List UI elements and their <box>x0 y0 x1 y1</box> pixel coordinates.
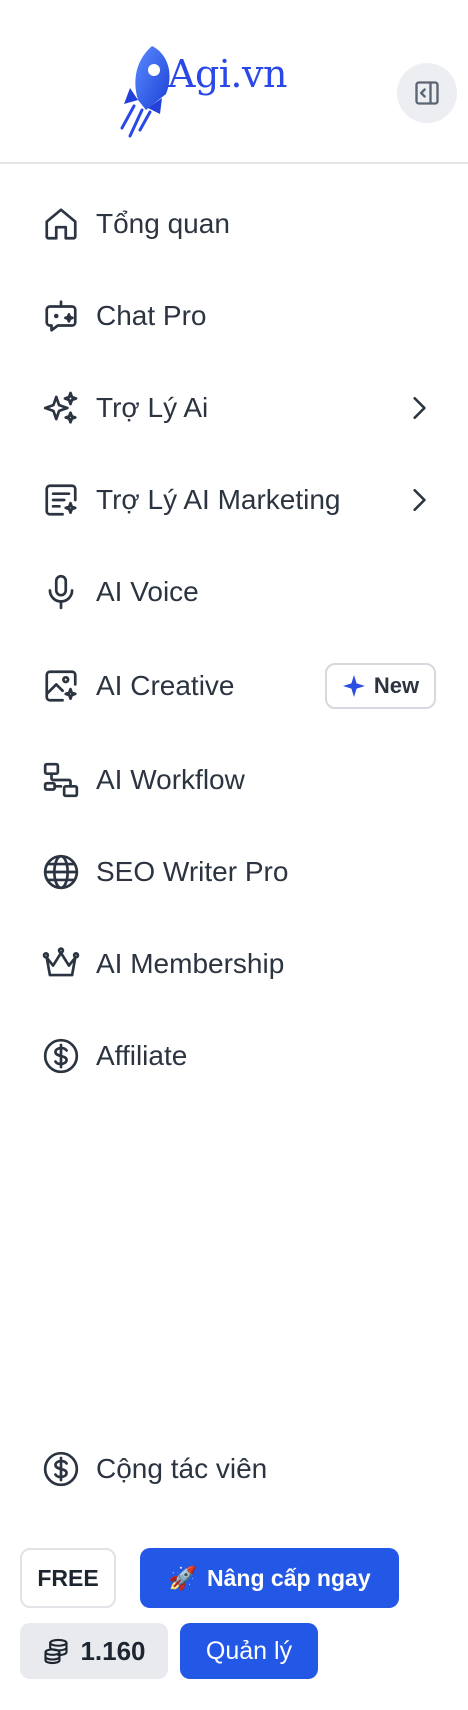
nav-label: Cộng tác viên <box>96 1453 268 1484</box>
credits-value: 1.160 <box>80 1635 146 1666</box>
dollar-circle-icon <box>43 1038 79 1074</box>
plan-label: FREE <box>37 1564 99 1591</box>
badge-label: New <box>373 673 420 698</box>
sidebar-collapse-icon <box>415 81 439 105</box>
new-badge: New <box>325 663 436 709</box>
chevron-right-icon[interactable] <box>406 395 432 421</box>
sidebar-header: Agi.vn <box>0 0 468 164</box>
chat-bot-icon <box>45 300 77 332</box>
sparkles-icon <box>43 391 78 424</box>
upgrade-label: Nâng cấp ngay <box>207 1564 371 1591</box>
nav-label: Tổng quan <box>96 208 230 239</box>
upgrade-button[interactable]: 🚀 Nâng cấp ngay <box>140 1548 399 1608</box>
nav-item-cong-tac-vien[interactable]: Cộng tác viên <box>0 1434 468 1504</box>
nav-item-tong-quan[interactable]: Tổng quan <box>0 189 468 259</box>
nav-label: Trợ Lý AI Marketing <box>96 484 341 515</box>
coins-icon <box>44 1638 69 1665</box>
nav-label: AI Creative <box>96 670 235 701</box>
nav-label: SEO Writer Pro <box>96 856 289 887</box>
nav-label: AI Voice <box>96 576 199 607</box>
sidebar-collapse-button[interactable] <box>397 63 457 123</box>
workflow-icon <box>43 762 79 798</box>
nav-item-chat-pro[interactable]: Chat Pro <box>0 281 468 351</box>
home-icon <box>45 208 77 240</box>
manage-button[interactable]: Quản lý <box>180 1623 318 1679</box>
nav-item-affiliate[interactable]: Affiliate <box>0 1021 468 1091</box>
nav-label: AI Membership <box>96 948 285 979</box>
nav-item-seo-writer-pro[interactable]: SEO Writer Pro <box>0 837 468 907</box>
nav-item-ai-voice[interactable]: AI Voice <box>0 557 468 627</box>
microphone-icon <box>48 574 74 610</box>
nav-label: AI Workflow <box>96 764 245 795</box>
nav-item-tro-ly-ai-marketing[interactable]: Trợ Lý AI Marketing <box>0 465 468 535</box>
crown-icon <box>42 947 80 977</box>
nav-item-ai-membership[interactable]: AI Membership <box>0 929 468 999</box>
manage-label: Quản lý <box>205 1636 293 1665</box>
rocket-icon: 🚀 <box>168 1564 198 1591</box>
chevron-right-icon[interactable] <box>406 487 432 513</box>
sparkle-icon <box>342 675 365 697</box>
nav-item-ai-creative[interactable]: AI Creative New <box>0 651 468 721</box>
dollar-circle-icon <box>43 1451 79 1487</box>
nav-item-tro-ly-ai[interactable]: Trợ Lý Ai <box>0 373 468 443</box>
nav-item-ai-workflow[interactable]: AI Workflow <box>0 745 468 815</box>
credits-display[interactable]: 1.160 <box>20 1623 168 1679</box>
nav-label: Affiliate <box>96 1040 188 1071</box>
image-sparkle-icon <box>45 670 77 702</box>
globe-icon <box>43 854 79 890</box>
nav-label: Trợ Lý Ai <box>96 392 209 423</box>
document-sparkle-icon <box>45 484 77 516</box>
plan-badge[interactable]: FREE <box>20 1548 116 1608</box>
brand-name[interactable]: Agi.vn <box>168 52 287 96</box>
nav-label: Chat Pro <box>96 300 207 331</box>
